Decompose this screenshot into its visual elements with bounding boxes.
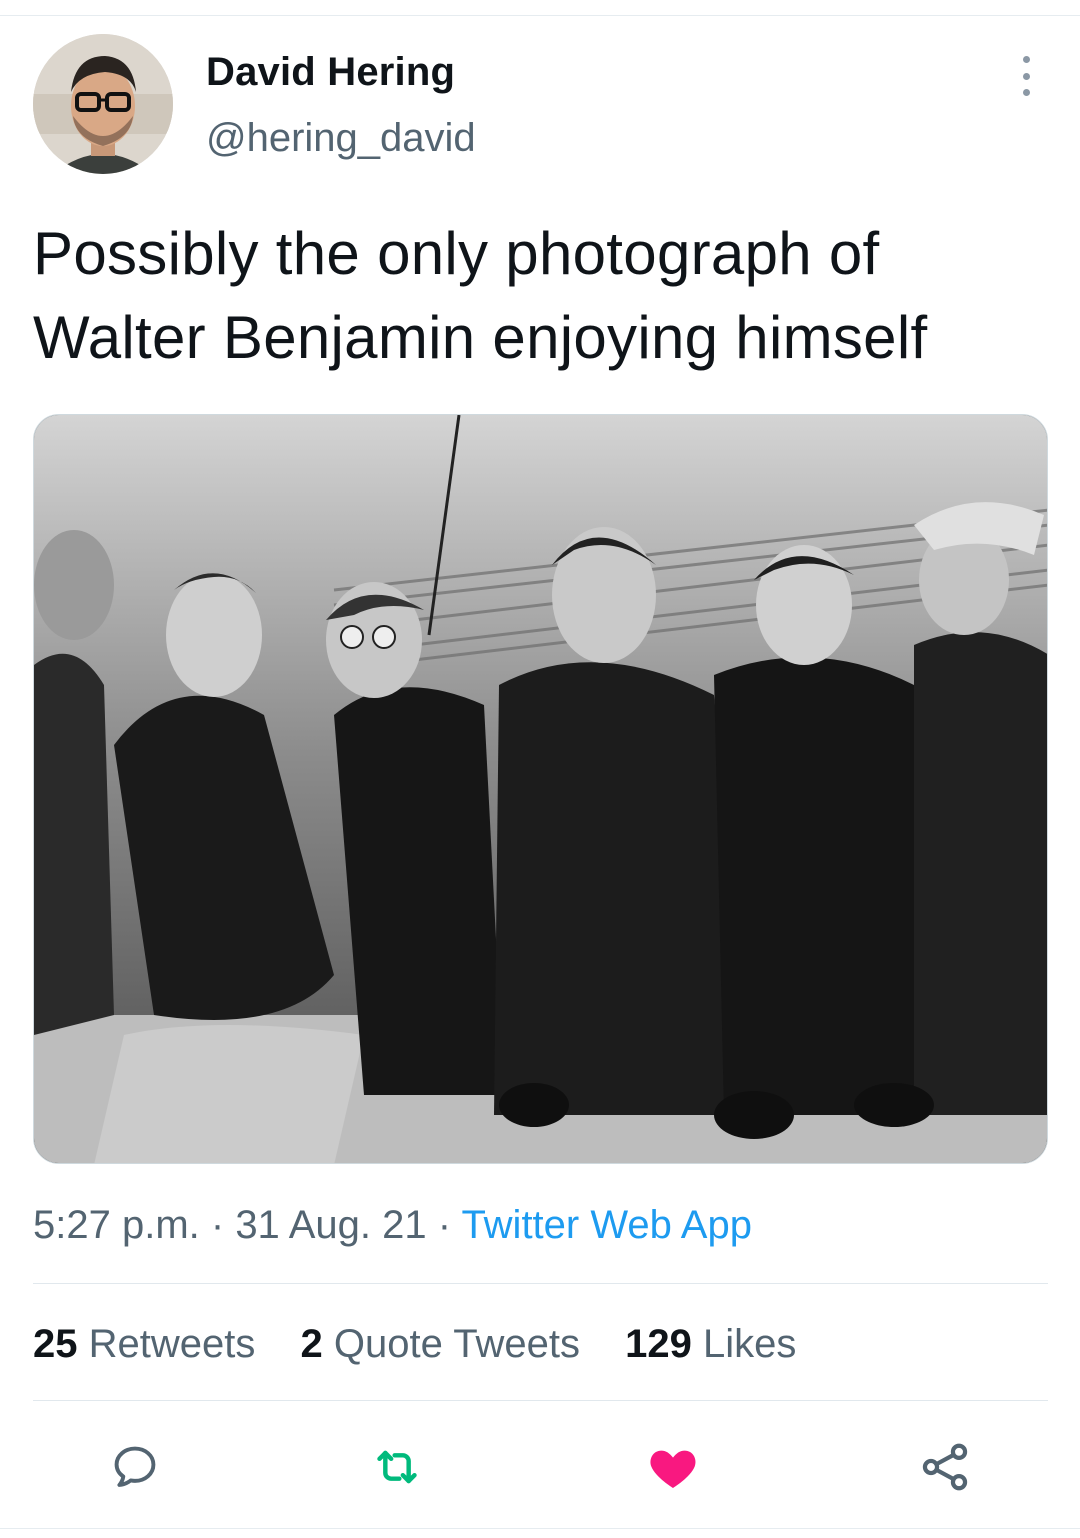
avatar[interactable] [33, 34, 173, 174]
tweet-source-link[interactable]: Twitter Web App [461, 1203, 752, 1247]
reply-button[interactable] [100, 1432, 170, 1502]
tweet-time[interactable]: 5:27 p.m. [33, 1203, 200, 1247]
more-dot-icon [1022, 56, 1030, 63]
tweet-actions [0, 1432, 1080, 1502]
heart-icon [650, 1450, 696, 1488]
quote-tweets-stat[interactable]: 2 Quote Tweets [301, 1322, 580, 1366]
retweets-label: Retweets [88, 1322, 256, 1366]
tweet-stats: 25 Retweets 2 Quote Tweets 129 Likes [33, 1318, 830, 1370]
group-photograph [34, 415, 1047, 1163]
bottom-divider [0, 1528, 1080, 1529]
tweet-text-line: Possibly the only photograph of [33, 220, 880, 287]
display-name[interactable]: David Hering [206, 46, 455, 98]
tweet-text: Possibly the only photograph of Walter B… [33, 212, 1043, 380]
user-handle[interactable]: @hering_david [206, 112, 476, 164]
retweet-button[interactable] [362, 1432, 432, 1502]
top-divider [0, 15, 1080, 16]
more-dot-icon [1022, 72, 1030, 80]
like-button[interactable] [638, 1432, 708, 1502]
likes-count: 129 [625, 1322, 692, 1366]
tweet-meta: 5:27 p.m. · 31 Aug. 21 · Twitter Web App [33, 1200, 752, 1250]
quote-tweets-count: 2 [300, 1322, 323, 1366]
reply-icon [114, 1446, 156, 1487]
likes-label: Likes [702, 1322, 797, 1366]
more-dot-icon [1022, 89, 1030, 96]
quote-tweets-label: Quote Tweets [333, 1322, 580, 1366]
likes-stat[interactable]: 129 Likes [625, 1322, 796, 1366]
stats-top-divider [33, 1283, 1048, 1284]
meta-separator: · [199, 1203, 236, 1247]
meta-separator: · [426, 1203, 462, 1247]
retweets-count: 25 [33, 1322, 78, 1366]
more-options-button[interactable] [1010, 56, 1042, 96]
avatar-photo [33, 34, 173, 174]
tweet-date[interactable]: 31 Aug. 21 [235, 1203, 426, 1247]
tweet-text-line: Walter Benjamin enjoying himself [33, 304, 928, 371]
stats-bottom-divider [33, 1400, 1048, 1401]
retweet-icon [377, 1450, 417, 1484]
tweet-photo[interactable] [33, 414, 1048, 1164]
share-icon [922, 1443, 968, 1491]
retweets-stat[interactable]: 25 Retweets [33, 1322, 255, 1366]
share-button[interactable] [910, 1432, 980, 1502]
